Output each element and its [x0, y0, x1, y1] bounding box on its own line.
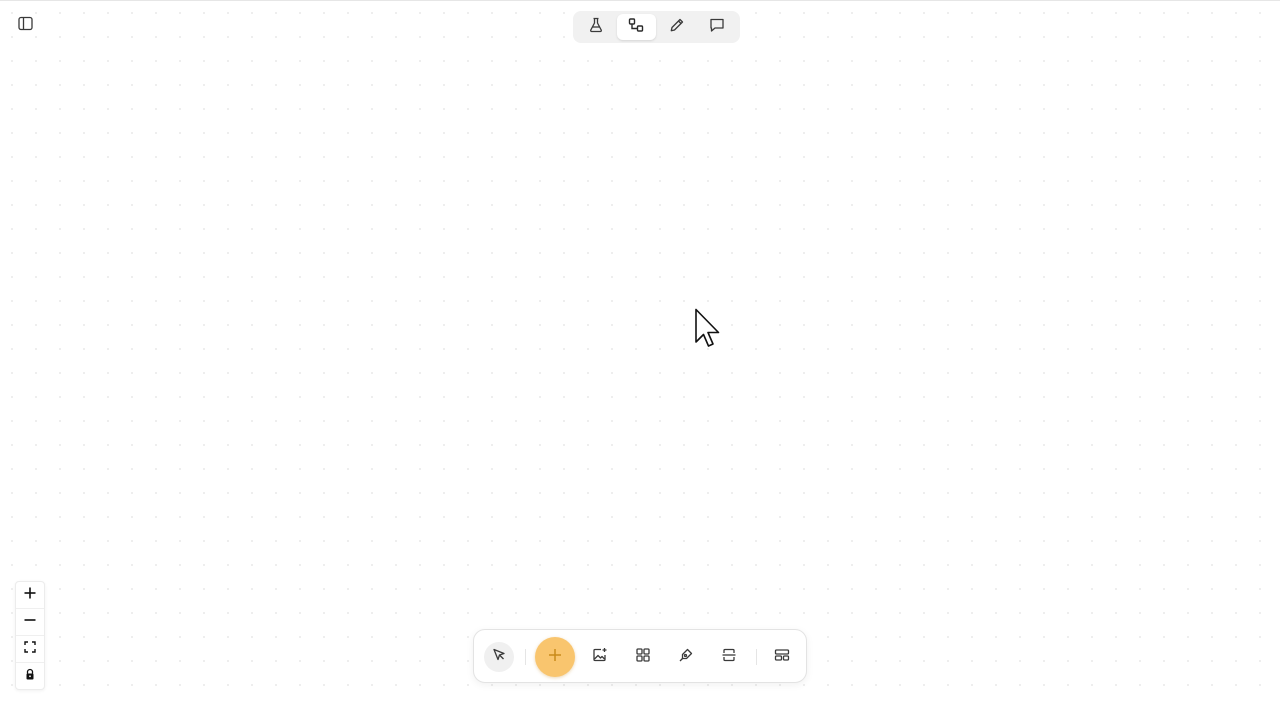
zoom-in-icon — [24, 586, 36, 604]
image-generate-button[interactable] — [585, 642, 615, 672]
split-section-icon — [721, 647, 737, 668]
mode-switcher — [573, 11, 740, 43]
zoom-controls — [15, 581, 45, 690]
canvas-workspace[interactable] — [0, 0, 1280, 702]
bottom-toolbar — [473, 629, 807, 683]
sidebar-panel-icon — [17, 16, 33, 36]
toolbar-divider — [525, 649, 526, 665]
pen-draw-button[interactable] — [671, 642, 701, 672]
layout-icon — [774, 647, 790, 668]
grid-button[interactable] — [628, 642, 658, 672]
image-generate-icon — [592, 647, 608, 668]
add-icon — [548, 648, 562, 667]
add-node-button[interactable] — [535, 637, 575, 677]
pencil-icon — [669, 17, 685, 38]
layout-button[interactable] — [767, 642, 797, 672]
zoom-in-button[interactable] — [16, 582, 44, 609]
mouse-cursor-icon — [694, 308, 722, 357]
lock-button[interactable] — [16, 663, 44, 689]
mode-lab-button[interactable] — [576, 14, 616, 40]
zoom-out-button[interactable] — [16, 609, 44, 636]
select-tool-button[interactable] — [484, 642, 514, 672]
fit-view-icon — [24, 640, 36, 658]
grid-icon — [635, 647, 651, 668]
pointer-select-icon — [491, 647, 507, 668]
split-section-button[interactable] — [714, 642, 744, 672]
lock-icon — [24, 667, 36, 685]
pen-draw-icon — [678, 647, 694, 668]
toolbar-divider — [756, 649, 757, 665]
mode-draw-button[interactable] — [657, 14, 697, 40]
fit-view-button[interactable] — [16, 636, 44, 663]
comment-icon — [709, 17, 725, 38]
flask-icon — [588, 17, 604, 38]
flow-diagram-icon — [628, 17, 644, 38]
zoom-out-icon — [24, 613, 36, 631]
sidebar-toggle-button[interactable] — [12, 13, 38, 39]
mode-flow-button[interactable] — [616, 14, 656, 40]
mode-comment-button[interactable] — [698, 14, 738, 40]
